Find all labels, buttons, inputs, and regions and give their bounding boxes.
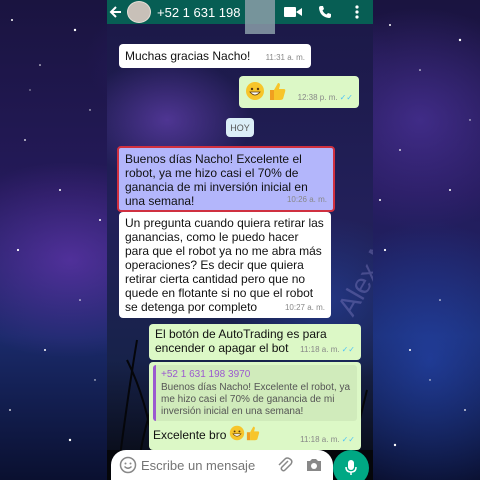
- chat-header: +52 1 631 198: [107, 0, 373, 24]
- quoted-message[interactable]: +52 1 631 198 3970 Buenos días Nacho! Ex…: [153, 365, 357, 421]
- phone-screen: Alex Marty +52 1 631 198 Muchas gracias …: [107, 0, 373, 480]
- thumbs-up-emoji-icon: [245, 425, 260, 444]
- contact-name[interactable]: +52 1 631 198: [157, 5, 241, 20]
- message-bubble[interactable]: El botón de AutoTrading es para encender…: [149, 324, 361, 360]
- video-camera-icon[interactable]: [277, 0, 309, 24]
- message-time: 10:27 a. m.: [284, 303, 325, 312]
- paperclip-icon[interactable]: [277, 456, 293, 474]
- message-bubble[interactable]: +52 1 631 198 3970 Buenos días Nacho! Ex…: [149, 362, 361, 450]
- read-ticks-icon: ✓✓: [341, 435, 355, 444]
- message-time: 12:38 p. m. ✓✓: [297, 93, 353, 102]
- message-text: Excelente bro: [153, 427, 227, 442]
- avatar[interactable]: [127, 1, 151, 23]
- arrow-left-icon[interactable]: [107, 0, 125, 24]
- emoji-smile-icon[interactable]: [119, 456, 137, 474]
- microphone-icon: [345, 459, 357, 477]
- message-bubble[interactable]: Un pregunta cuando quiera retirar las ga…: [119, 212, 331, 318]
- quoted-sender: +52 1 631 198 3970: [161, 369, 251, 380]
- message-time: 10:26 a. m.: [286, 195, 327, 204]
- message-bubble-highlighted[interactable]: Buenos días Nacho! Excelente el robot, y…: [117, 146, 335, 212]
- phone-icon[interactable]: [309, 0, 341, 24]
- day-separator: HOY: [226, 118, 254, 137]
- camera-icon[interactable]: [305, 457, 323, 473]
- message-time: 11:18 a. m. ✓✓: [300, 435, 355, 444]
- message-bubble[interactable]: Muchas gracias Nacho! 11:31 a. m.: [119, 44, 311, 68]
- message-time: 11:18 a. m. ✓✓: [300, 345, 355, 354]
- grinning-face-emoji-icon: [229, 425, 245, 444]
- more-vert-icon[interactable]: [341, 0, 373, 24]
- grinning-face-emoji-icon: [245, 82, 268, 104]
- message-input[interactable]: [141, 457, 271, 473]
- message-time: 11:31 a. m.: [265, 53, 305, 62]
- message-text: Un pregunta cuando quiera retirar las ga…: [125, 216, 324, 314]
- read-ticks-icon: ✓✓: [339, 93, 353, 102]
- thumbs-up-emoji-icon: [268, 83, 286, 104]
- redaction-box: [245, 0, 275, 34]
- message-bubble[interactable]: 12:38 p. m. ✓✓: [239, 76, 359, 108]
- quoted-text: Buenos días Nacho! Excelente el robot, y…: [161, 382, 351, 417]
- microphone-button[interactable]: [333, 450, 369, 480]
- message-composer: [111, 450, 333, 480]
- read-ticks-icon: ✓✓: [341, 345, 355, 354]
